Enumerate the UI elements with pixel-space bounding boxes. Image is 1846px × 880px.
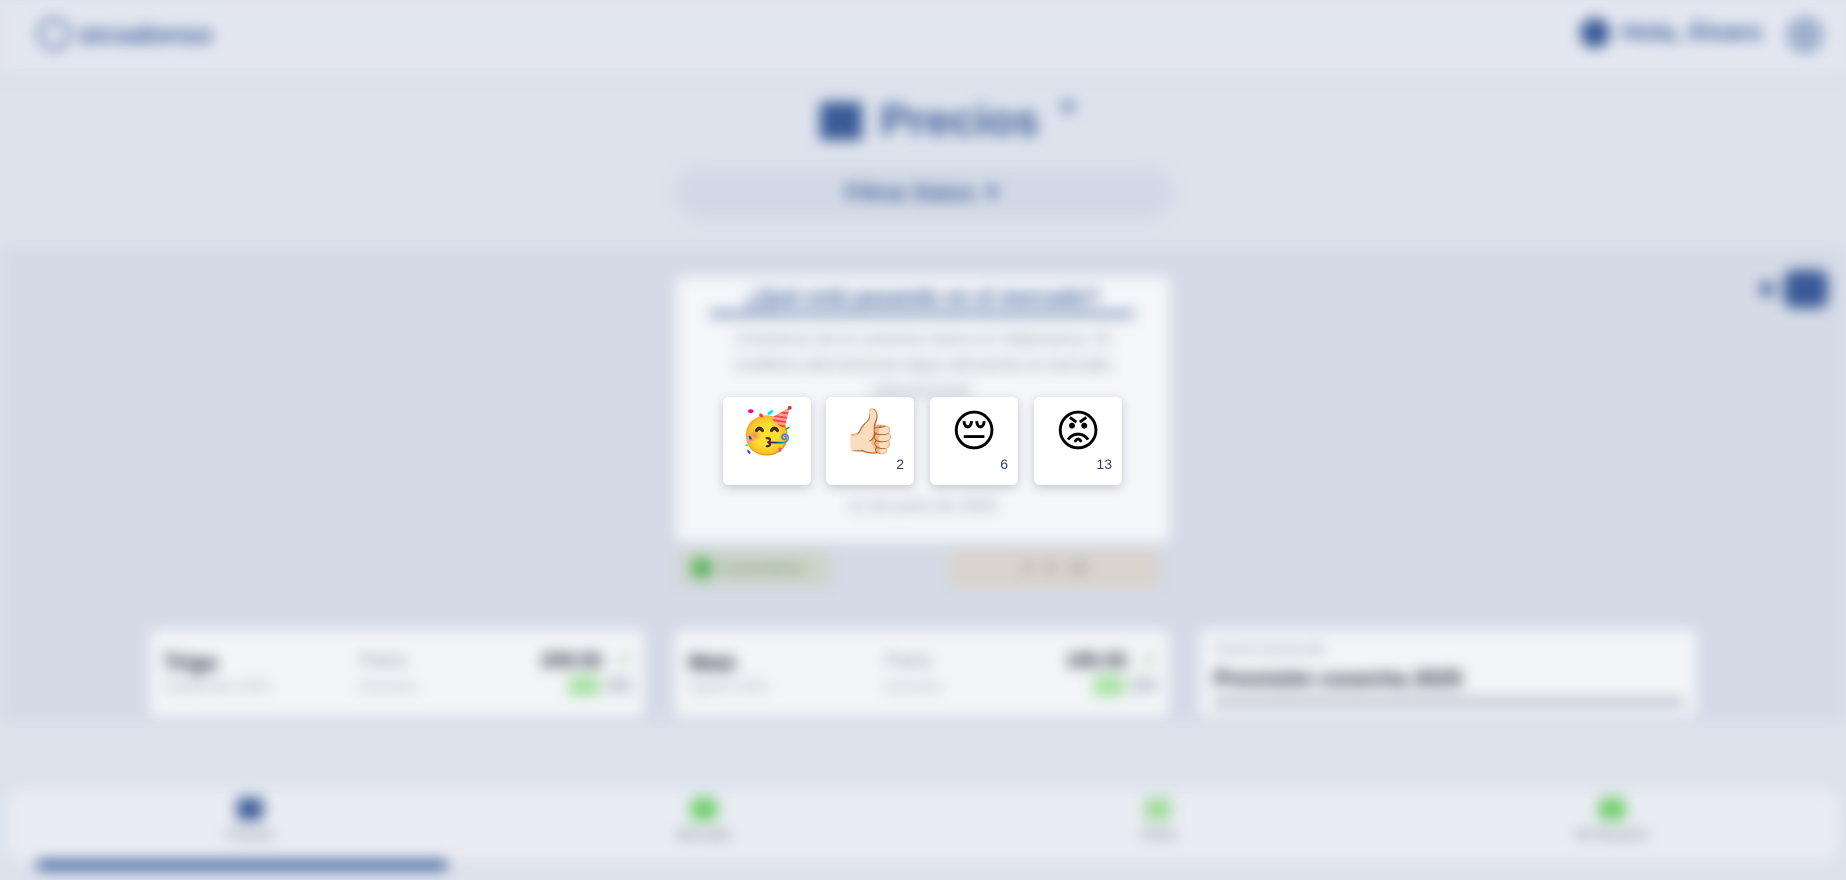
- reaction-party-button[interactable]: 🥳: [723, 397, 811, 485]
- reaction-picker: 🥳 👍🏻 2 😔 6 😡 13: [0, 0, 1846, 880]
- thumbs-up-icon: 👍🏻: [842, 406, 898, 457]
- reaction-angry-button[interactable]: 😡 13: [1034, 397, 1122, 485]
- reaction-count: 13: [1096, 456, 1112, 472]
- reaction-thumbs-up-button[interactable]: 👍🏻 2: [826, 397, 914, 485]
- party-face-icon: 🥳: [739, 406, 795, 457]
- reaction-pensive-button[interactable]: 😔 6: [930, 397, 1018, 485]
- reaction-count: 6: [1000, 456, 1008, 472]
- angry-face-icon: 😡: [1055, 406, 1101, 457]
- pensive-face-icon: 😔: [951, 406, 997, 457]
- reaction-count: 2: [896, 456, 904, 472]
